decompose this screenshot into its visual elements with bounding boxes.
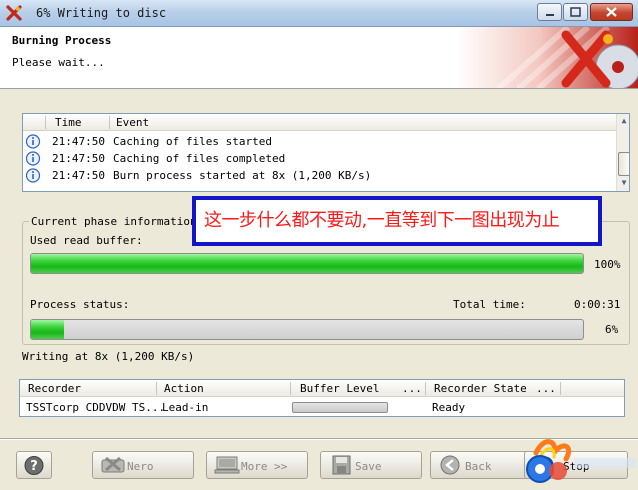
total-time-value: 0:00:31 bbox=[574, 298, 621, 311]
page-title: Burning Process bbox=[12, 34, 112, 47]
svg-text:?: ? bbox=[30, 459, 38, 474]
page-subtitle: Please wait... bbox=[12, 56, 105, 69]
column-divider bbox=[109, 116, 110, 129]
scroll-up-icon[interactable]: ▲ bbox=[618, 115, 629, 127]
nero-logo-banner bbox=[458, 27, 638, 88]
column-header-event[interactable]: Event bbox=[116, 116, 149, 129]
nero-express-icon bbox=[101, 456, 125, 473]
title-bar: 6% Writing to disc bbox=[0, 0, 638, 27]
event-text: Caching of files started bbox=[113, 135, 272, 148]
help-icon: ? bbox=[24, 456, 44, 475]
more-button-label: More >> bbox=[241, 460, 288, 473]
event-text: Caching of files completed bbox=[113, 152, 286, 165]
column-divider bbox=[290, 382, 291, 395]
column-header-more[interactable]: ... bbox=[536, 382, 556, 395]
recorder-table[interactable]: Recorder Action Buffer Level ... Recorde… bbox=[19, 379, 625, 417]
event-log-list[interactable]: Time Event 21:47:50 Caching of files sta… bbox=[22, 113, 630, 192]
column-header-recorder-state[interactable]: Recorder State bbox=[434, 382, 527, 395]
event-log-scrollbar[interactable]: ▲ ▼ bbox=[616, 114, 629, 191]
back-arrow-icon bbox=[440, 455, 460, 475]
read-buffer-progress-fill bbox=[31, 254, 583, 273]
site-watermark-logo bbox=[526, 439, 636, 483]
nero-button-label: Nero bbox=[127, 460, 154, 473]
process-progress-fill bbox=[31, 320, 65, 339]
window-title: 6% Writing to disc bbox=[36, 6, 167, 20]
minimize-button[interactable] bbox=[537, 3, 562, 21]
process-percent: 6% bbox=[605, 323, 619, 336]
buffer-level-bar bbox=[292, 402, 388, 413]
event-log-header: Time Event bbox=[23, 114, 617, 131]
event-row[interactable]: 21:47:50 Burn process started at 8x (1,2… bbox=[23, 167, 617, 184]
total-time-label: Total time: bbox=[453, 298, 526, 311]
info-icon bbox=[25, 134, 41, 149]
column-divider bbox=[425, 382, 426, 395]
column-divider bbox=[156, 382, 157, 395]
annotation-callout: 这一步什么都不要动,一直等到下一图出现为止 bbox=[192, 196, 602, 246]
column-header-time[interactable]: Time bbox=[55, 116, 82, 129]
maximize-icon bbox=[570, 7, 581, 17]
scrollbar-thumb[interactable] bbox=[618, 152, 629, 176]
column-divider bbox=[45, 116, 46, 129]
process-status-label: Process status: bbox=[30, 298, 130, 311]
event-text: Burn process started at 8x (1,200 KB/s) bbox=[113, 169, 372, 182]
save-button[interactable]: Save bbox=[320, 451, 422, 479]
save-button-label: Save bbox=[355, 460, 382, 473]
back-button-label: Back bbox=[465, 460, 492, 473]
column-header-action[interactable]: Action bbox=[164, 382, 204, 395]
read-buffer-percent: 100% bbox=[594, 258, 621, 271]
recorder-table-header: Recorder Action Buffer Level ... Recorde… bbox=[20, 380, 624, 397]
computer-icon bbox=[214, 456, 240, 474]
event-time: 21:47:50 bbox=[52, 169, 105, 182]
close-button[interactable] bbox=[590, 3, 633, 21]
column-header-recorder[interactable]: Recorder bbox=[28, 382, 81, 395]
info-icon bbox=[25, 151, 41, 166]
writing-speed-text: Writing at 8x (1,200 KB/s) bbox=[22, 350, 195, 363]
info-icon bbox=[25, 168, 41, 183]
wizard-header: Burning Process Please wait... bbox=[0, 27, 638, 89]
nero-button[interactable]: Nero bbox=[92, 451, 194, 479]
phase-group-label: Current phase information bbox=[29, 215, 199, 228]
column-header-buffer-level[interactable]: Buffer Level bbox=[300, 382, 379, 395]
minimize-icon bbox=[546, 14, 554, 16]
read-buffer-label: Used read buffer: bbox=[30, 234, 143, 247]
maximize-button[interactable] bbox=[563, 3, 588, 21]
column-divider bbox=[560, 382, 561, 395]
nero-app-icon bbox=[6, 5, 22, 21]
recorder-row[interactable]: TSSTcorp CDDVDW TS... Lead-in Ready bbox=[20, 398, 624, 416]
scroll-down-icon[interactable]: ▼ bbox=[618, 177, 629, 189]
event-time: 21:47:50 bbox=[52, 135, 105, 148]
event-row[interactable]: 21:47:50 Caching of files started bbox=[23, 133, 617, 150]
read-buffer-progress-bar bbox=[30, 253, 584, 274]
save-icon bbox=[332, 455, 351, 475]
column-header-more[interactable]: ... bbox=[402, 382, 422, 395]
recorder-state: Ready bbox=[432, 401, 466, 414]
event-time: 21:47:50 bbox=[52, 152, 105, 165]
process-progress-bar bbox=[30, 319, 584, 340]
recorder-action: Lead-in bbox=[162, 401, 209, 414]
event-row[interactable]: 21:47:50 Caching of files completed bbox=[23, 150, 617, 167]
recorder-name: TSSTcorp CDDVDW TS... bbox=[26, 401, 166, 414]
annotation-text: 这一步什么都不要动,一直等到下一图出现为止 bbox=[204, 210, 560, 231]
more-button[interactable]: More >> bbox=[206, 451, 308, 479]
close-icon bbox=[606, 7, 617, 17]
help-button[interactable]: ? bbox=[16, 451, 52, 479]
